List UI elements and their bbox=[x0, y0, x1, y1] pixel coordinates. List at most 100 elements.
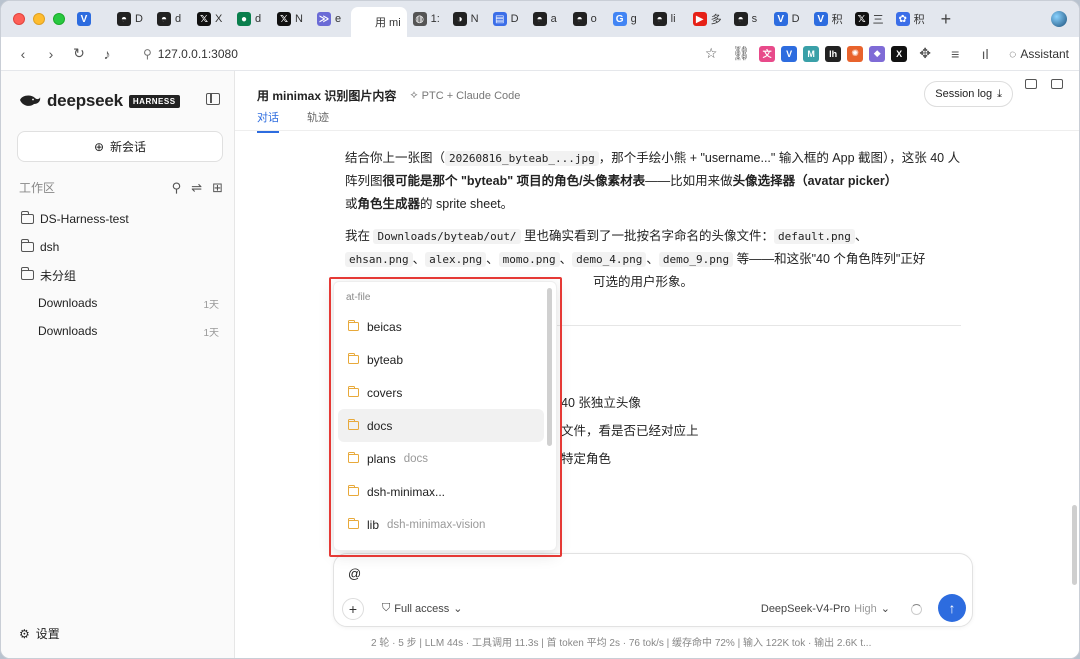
browser-tab[interactable]: ● d bbox=[231, 6, 271, 32]
globe-icon: ◍ bbox=[412, 12, 427, 26]
access-mode-select[interactable]: ⛉ Full access ⌄ bbox=[382, 602, 463, 615]
assistant-label: Assistant bbox=[1020, 46, 1069, 61]
browser-tab[interactable]: ◓ o bbox=[567, 6, 607, 32]
popup-scrollbar[interactable] bbox=[547, 288, 552, 446]
browser-tab[interactable]: 𝕏N bbox=[271, 6, 311, 32]
tab-label: d bbox=[255, 13, 262, 25]
browser-tab[interactable]: ◓ d bbox=[151, 6, 191, 32]
sidebar-toggle-icon[interactable] bbox=[206, 93, 220, 105]
browser-tab[interactable]: ✿ 积 bbox=[890, 6, 931, 32]
sidebar-item[interactable]: Downloads 1天 bbox=[1, 289, 235, 317]
search-icon[interactable]: ⚲ bbox=[172, 180, 182, 196]
extension-sun-icon[interactable]: ✺ bbox=[847, 45, 864, 62]
browser-tab[interactable]: V bbox=[71, 6, 111, 32]
file-suggestion-item[interactable]: beicas bbox=[338, 310, 544, 343]
link-icon[interactable]: ⛓ bbox=[729, 42, 753, 66]
session-log-button[interactable]: Session log ⤓ bbox=[924, 81, 1013, 107]
browser-tab[interactable]: ◍ 1: bbox=[407, 6, 447, 32]
extensions-puzzle-icon[interactable]: ✥ bbox=[913, 42, 937, 66]
file-suggestion-item[interactable]: plans docs bbox=[338, 442, 544, 475]
youtube-icon: ▶ bbox=[692, 12, 707, 26]
address-bar[interactable]: ⚲ 127.0.0.1:3080 bbox=[143, 47, 238, 61]
settings-button[interactable]: ⚙ 设置 bbox=[19, 625, 60, 642]
panel-right-icon[interactable] bbox=[1051, 79, 1063, 89]
browser-tab[interactable]: ◓ D bbox=[111, 6, 151, 32]
close-window-button[interactable] bbox=[13, 13, 25, 25]
browser-tab[interactable]: ◓ s bbox=[728, 6, 768, 32]
sidebar-item[interactable]: 未分组 bbox=[1, 261, 235, 289]
microphone-icon[interactable]: ♪ bbox=[95, 42, 119, 66]
browser-tab[interactable]: ▶ 多 bbox=[687, 6, 728, 32]
extension-v-icon[interactable]: V bbox=[781, 45, 798, 62]
browser-tabs: V ◓ D ◓ d 𝕏 X ● d 𝕏 N ≫ e 用 mi ◍ 1: ◑ N ▤ D ◓ a ◓ o Gg ◓ li ▶ 多 ◓ s V D V… bbox=[71, 1, 931, 37]
extension-translate-icon[interactable]: 文 bbox=[759, 45, 776, 62]
send-button[interactable]: ↑ bbox=[938, 594, 966, 622]
text: 等——和这张"40 个角色阵列"正好 bbox=[733, 252, 926, 266]
text: ——比如用来做 bbox=[645, 174, 733, 188]
browser-tab[interactable]: ≫ e bbox=[311, 6, 351, 32]
reading-list-icon[interactable]: ≡ bbox=[943, 42, 967, 66]
sidebar-item[interactable]: dsh bbox=[1, 233, 235, 261]
at-file-popup: at-file beicas byteab covers docs plans docs d… bbox=[333, 281, 557, 551]
browser-tab[interactable]: Gg bbox=[607, 6, 647, 32]
browser-tab[interactable]: ◓ a bbox=[527, 6, 567, 32]
github-icon: ◓ bbox=[572, 12, 587, 26]
file-suggestion-item[interactable]: lib dsh-minimax-vision bbox=[338, 508, 544, 541]
model-select[interactable]: DeepSeek-V4-Pro High ⌄ bbox=[761, 602, 890, 616]
file-suggestion-item[interactable]: docs bbox=[338, 409, 544, 442]
site-info-icon[interactable]: ⚲ bbox=[143, 47, 152, 61]
toolbar-right: ☆ ⛓ 文 V M lh ✺ ◆ X ✥ ≡ ıl ◌ Assistant bbox=[699, 42, 1069, 66]
assistant-button[interactable]: ◌ Assistant bbox=[1009, 47, 1069, 61]
tab-label: a bbox=[550, 13, 557, 25]
v-logo-icon: V bbox=[813, 12, 828, 26]
audio-wave-icon[interactable]: ıl bbox=[973, 42, 997, 66]
file-suggestion-item[interactable]: dsh-minimax... bbox=[338, 475, 544, 508]
browser-toolbar: ‹ › ↻ ♪ ⚲ 127.0.0.1:3080 ☆ ⛓ 文 V M lh ✺ … bbox=[1, 37, 1079, 71]
tab-label: 积 bbox=[913, 14, 925, 26]
forward-icon[interactable]: › bbox=[39, 42, 63, 66]
workspace-header: 工作区 ⚲ ⇌ ⊞ bbox=[19, 179, 223, 196]
back-icon[interactable]: ‹ bbox=[11, 42, 35, 66]
folder-icon bbox=[348, 452, 359, 463]
extension-gem-icon[interactable]: ◆ bbox=[869, 45, 886, 62]
page-scrollbar[interactable] bbox=[1072, 505, 1077, 585]
browser-tab[interactable]: ◑ N bbox=[447, 6, 487, 32]
reload-icon[interactable]: ↻ bbox=[67, 42, 91, 66]
profile-avatar[interactable] bbox=[1051, 11, 1067, 27]
browser-tab[interactable]: VD bbox=[768, 6, 808, 32]
browser-tab[interactable]: V积 bbox=[808, 6, 849, 32]
add-attachment-button[interactable]: + bbox=[342, 598, 364, 620]
file-suggestion-name: plans bbox=[367, 451, 396, 466]
browser-tab[interactable]: 𝕏X bbox=[191, 6, 231, 32]
bold-text: 头像选择器（avatar picker） bbox=[732, 174, 898, 188]
file-suggestion-item[interactable]: covers bbox=[338, 376, 544, 409]
browser-tab[interactable]: 用 mi bbox=[351, 7, 407, 37]
gear-icon: ⚙ bbox=[19, 626, 30, 641]
panel-bottom-icon[interactable] bbox=[1025, 79, 1037, 89]
maximize-window-button[interactable] bbox=[53, 13, 65, 25]
new-tab-button[interactable]: + bbox=[931, 9, 962, 30]
sidebar-item[interactable]: Downloads 1天 bbox=[1, 317, 235, 345]
extension-x-icon[interactable]: X bbox=[891, 45, 908, 62]
tab-label: N bbox=[295, 13, 303, 25]
bookmark-star-icon[interactable]: ☆ bbox=[699, 42, 723, 66]
file-suggestion-item[interactable]: byteab bbox=[338, 343, 544, 376]
browser-tab[interactable]: ▤ D bbox=[487, 6, 527, 32]
browser-tab[interactable]: ◓ li bbox=[647, 6, 687, 32]
v-logo-icon: V bbox=[773, 12, 788, 26]
sidebar-item[interactable]: DS-Harness-test bbox=[1, 205, 235, 233]
new-folder-icon[interactable]: ⊞ bbox=[212, 180, 223, 196]
message-input[interactable]: @ bbox=[348, 566, 361, 581]
minimize-window-button[interactable] bbox=[33, 13, 45, 25]
github-icon: ◓ bbox=[532, 12, 547, 26]
text: 结合你上一张图（ bbox=[345, 151, 446, 165]
browser-tab[interactable]: 𝕏三 bbox=[849, 6, 890, 32]
extension-m-icon[interactable]: M bbox=[803, 45, 820, 62]
download-icon: ⤓ bbox=[997, 87, 1002, 100]
bold-text: 很可能是那个 "byteab" 项目的角色/头像素材表 bbox=[382, 174, 646, 188]
filter-icon[interactable]: ⇌ bbox=[191, 180, 202, 196]
new-chat-button[interactable]: ⊕ 新会话 bbox=[17, 131, 223, 162]
paw-icon: ✿ bbox=[895, 12, 910, 26]
extension-lh-icon[interactable]: lh bbox=[825, 45, 842, 62]
doc-icon: ▤ bbox=[492, 12, 507, 26]
